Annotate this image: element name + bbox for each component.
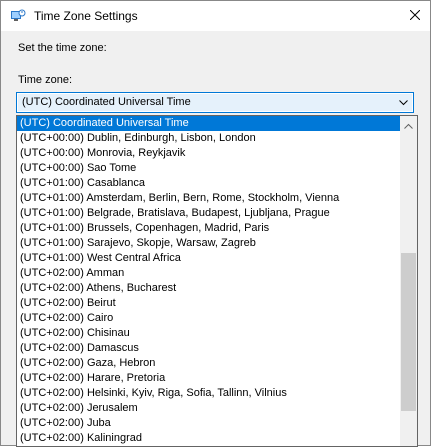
time-zone-option[interactable]: (UTC+02:00) Amman	[17, 266, 400, 281]
time-zone-dropdown-list[interactable]: (UTC) Coordinated Universal Time (UTC+00:…	[16, 115, 418, 447]
time-zone-option[interactable]: (UTC+02:00) Kaliningrad	[17, 431, 400, 446]
time-zone-option[interactable]: (UTC+01:00) Amsterdam, Berlin, Bern, Rom…	[17, 191, 400, 206]
chevron-down-icon[interactable]	[396, 95, 411, 110]
time-zone-option[interactable]: (UTC+02:00) Juba	[17, 416, 400, 431]
time-zone-option[interactable]: (UTC+02:00) Helsinki, Kyiv, Riga, Sofia,…	[17, 386, 400, 401]
dropdown-scrollbar[interactable]	[400, 116, 417, 446]
time-zone-option[interactable]: (UTC+01:00) Brussels, Copenhagen, Madrid…	[17, 221, 400, 236]
set-time-zone-label: Set the time zone:	[18, 42, 107, 54]
window-title: Time Zone Settings	[34, 9, 138, 23]
time-zone-combobox-value: (UTC) Coordinated Universal Time	[22, 96, 191, 108]
time-zone-option[interactable]: (UTC+00:00) Sao Tome	[17, 161, 400, 176]
time-zone-option[interactable]: (UTC+01:00) Belgrade, Bratislava, Budape…	[17, 206, 400, 221]
time-zone-settings-icon	[10, 9, 26, 23]
time-zone-option[interactable]: (UTC+02:00) Beirut	[17, 296, 400, 311]
close-button[interactable]	[400, 1, 430, 31]
time-zone-option[interactable]: (UTC+02:00) Cairo	[17, 311, 400, 326]
time-zone-options: (UTC) Coordinated Universal Time (UTC+00:…	[17, 116, 400, 446]
time-zone-option[interactable]: (UTC+02:00) Gaza, Hebron	[17, 356, 400, 371]
time-zone-settings-window: Time Zone Settings Set the time zone: Ti…	[0, 0, 431, 447]
time-zone-option[interactable]: (UTC+02:00) Jerusalem	[17, 401, 400, 416]
time-zone-option[interactable]: (UTC+01:00) Casablanca	[17, 176, 400, 191]
time-zone-option[interactable]: (UTC+01:00) West Central Africa	[17, 251, 400, 266]
time-zone-label: Time zone:	[18, 74, 73, 86]
scrollbar-thumb[interactable]	[401, 253, 416, 411]
time-zone-option[interactable]: (UTC) Coordinated Universal Time	[17, 116, 400, 131]
close-icon	[409, 9, 421, 23]
time-zone-combobox[interactable]: (UTC) Coordinated Universal Time	[16, 92, 414, 113]
scroll-up-button[interactable]	[400, 116, 417, 133]
time-zone-option[interactable]: (UTC+01:00) Sarajevo, Skopje, Warsaw, Za…	[17, 236, 400, 251]
title-bar[interactable]: Time Zone Settings	[1, 1, 430, 31]
time-zone-option[interactable]: (UTC+02:00) Chisinau	[17, 326, 400, 341]
time-zone-option[interactable]: (UTC+02:00) Harare, Pretoria	[17, 371, 400, 386]
time-zone-option[interactable]: (UTC+00:00) Dublin, Edinburgh, Lisbon, L…	[17, 131, 400, 146]
time-zone-option[interactable]: (UTC+00:00) Monrovia, Reykjavik	[17, 146, 400, 161]
time-zone-option[interactable]: (UTC+02:00) Athens, Bucharest	[17, 281, 400, 296]
chevron-up-icon	[404, 118, 413, 132]
time-zone-option[interactable]: (UTC+02:00) Damascus	[17, 341, 400, 356]
